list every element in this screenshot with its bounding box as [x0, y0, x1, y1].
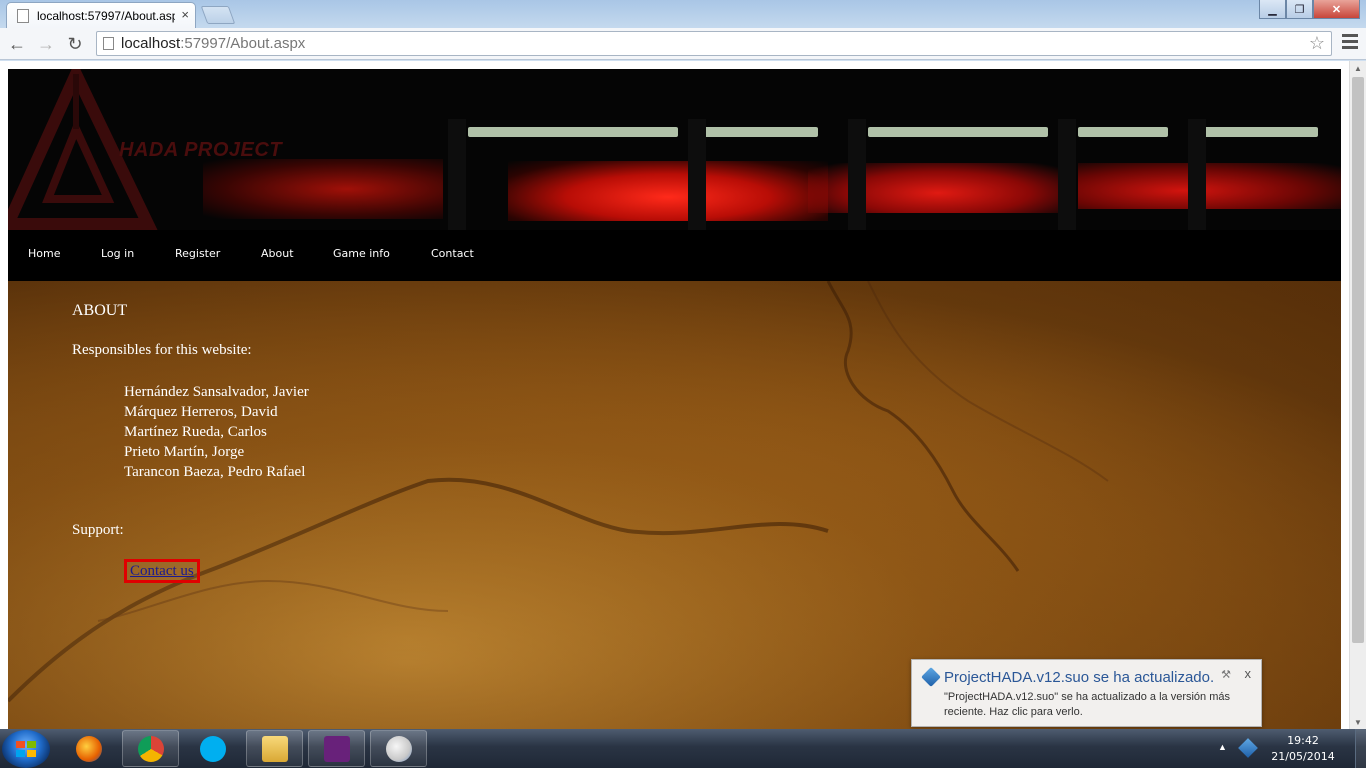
windows-logo-icon [16, 741, 36, 757]
browser-titlebar: localhost:57997/About.aspx × ▁ ❐ ✕ [0, 0, 1366, 28]
file-explorer-icon [262, 736, 288, 762]
clock-time: 19:42 [1287, 734, 1319, 747]
contact-us-link[interactable]: Contact us [130, 563, 194, 579]
responsibles-list: Hernández Sansalvador, Javier Márquez He… [124, 382, 309, 482]
start-button[interactable] [2, 730, 50, 768]
scroll-up-arrow-icon[interactable]: ▲ [1350, 61, 1366, 75]
page-favicon-icon [17, 9, 29, 23]
nav-login[interactable]: Log in [101, 247, 134, 260]
wrench-icon[interactable]: ⚒ [1221, 668, 1231, 681]
main-navigation: Home Log in Register About Game info Con… [8, 230, 1341, 281]
nav-contact[interactable]: Contact [431, 247, 474, 260]
website: HADA PROJECT Home Log in Register About … [8, 69, 1341, 729]
contact-us-highlight: Contact us [124, 559, 200, 583]
taskbar-visual-studio[interactable] [308, 730, 365, 767]
firefox-icon [76, 736, 102, 762]
chrome-icon [138, 736, 164, 762]
tab-close-icon[interactable]: × [181, 7, 189, 22]
browser-toolbar: ← → ↻ localhost:57997/About.aspx ☆ [0, 28, 1366, 60]
dropbox-notification[interactable]: ProjectHADA.v12.suo se ha actualizado. ⚒… [911, 659, 1262, 727]
list-item: Martínez Rueda, Carlos [124, 424, 267, 440]
nav-home[interactable]: Home [28, 247, 60, 260]
nav-register[interactable]: Register [175, 247, 220, 260]
dropbox-icon [921, 667, 941, 687]
forward-arrow-icon[interactable]: → [34, 32, 58, 56]
taskbar-firefox[interactable] [60, 730, 117, 767]
star-icon[interactable]: ☆ [1309, 33, 1325, 54]
window-controls: ▁ ❐ ✕ [1259, 0, 1360, 19]
url-text: localhost:57997/About.aspx [121, 35, 306, 52]
skype-icon [200, 736, 226, 762]
page-title: ABOUT [72, 302, 128, 319]
clock-date: 21/05/2014 [1271, 750, 1335, 763]
paint-icon [386, 736, 412, 762]
windows-taskbar [0, 729, 1366, 768]
maximize-button[interactable]: ❐ [1286, 0, 1313, 19]
list-item: Tarancon Baeza, Pedro Rafael [124, 464, 306, 480]
show-desktop-button[interactable] [1355, 729, 1366, 768]
system-clock[interactable]: 19:42 21/05/2014 [1268, 733, 1338, 765]
list-item: Hernández Sansalvador, Javier [124, 384, 309, 400]
minimize-button[interactable]: ▁ [1259, 0, 1286, 19]
nav-about[interactable]: About [261, 247, 294, 260]
menu-icon[interactable] [1342, 34, 1358, 50]
tab-title: localhost:57997/About.aspx [37, 9, 175, 23]
visual-studio-icon [324, 736, 350, 762]
nav-game-info[interactable]: Game info [333, 247, 390, 260]
new-tab-button[interactable] [200, 6, 236, 24]
tray-expand-icon[interactable]: ▲ [1218, 742, 1227, 752]
header-banner: HADA PROJECT [8, 69, 1341, 230]
reload-icon[interactable]: ↻ [63, 32, 87, 56]
page-viewport: HADA PROJECT Home Log in Register About … [0, 61, 1366, 729]
back-arrow-icon[interactable]: ← [5, 32, 29, 56]
list-item: Prieto Martín, Jorge [124, 444, 245, 460]
page-scrollbar[interactable]: ▲ ▼ [1349, 61, 1366, 729]
taskbar-skype[interactable] [184, 730, 241, 767]
taskbar-explorer[interactable] [246, 730, 303, 767]
banner-red-glow [203, 159, 443, 219]
scroll-down-arrow-icon[interactable]: ▼ [1350, 715, 1366, 729]
banner-bars [428, 119, 1341, 230]
browser-tab[interactable]: localhost:57997/About.aspx × [6, 2, 196, 28]
list-item: Márquez Herreros, David [124, 404, 278, 420]
page-icon [103, 37, 114, 50]
taskbar-chrome[interactable] [122, 730, 179, 767]
notification-body: "ProjectHADA.v12.suo" se ha actualizado … [944, 691, 1231, 718]
responsibles-label: Responsibles for this website: [72, 342, 252, 358]
address-bar[interactable]: localhost:57997/About.aspx ☆ [96, 31, 1332, 56]
taskbar-paint[interactable] [370, 730, 427, 767]
logo-text: HADA PROJECT [119, 139, 283, 161]
scrollbar-thumb[interactable] [1352, 77, 1364, 643]
support-label: Support: [72, 522, 124, 538]
notification-title: ProjectHADA.v12.suo se ha actualizado. [944, 669, 1215, 686]
notification-close-icon[interactable]: x [1245, 666, 1252, 681]
close-window-button[interactable]: ✕ [1313, 0, 1360, 19]
